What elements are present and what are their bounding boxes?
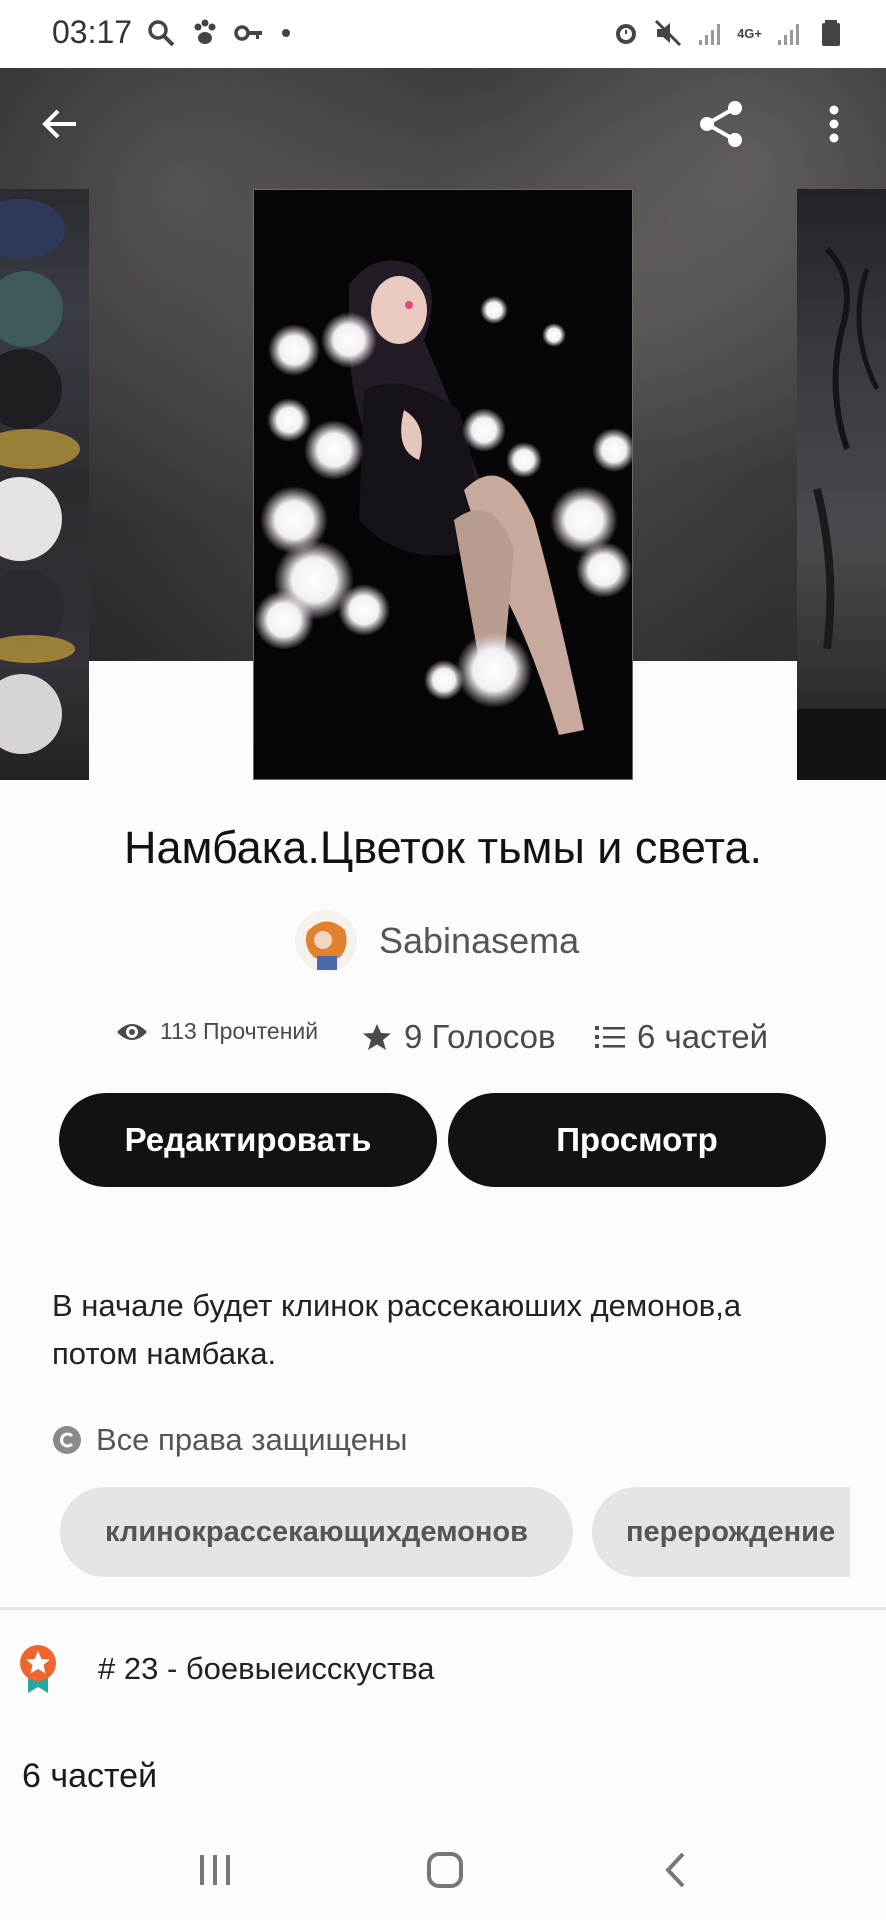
more-vertical-icon [829, 105, 839, 143]
copyright-text: Все права защищены [96, 1422, 408, 1457]
star-icon [363, 1024, 391, 1050]
cover-previous[interactable] [0, 189, 89, 780]
tag-chip[interactable]: перерождение [592, 1487, 850, 1577]
home-button[interactable] [405, 1840, 485, 1900]
tag-list[interactable]: клинокрассекающихдемонов перерождение [60, 1487, 850, 1577]
votes-stat: 9 Голосов [362, 1018, 556, 1056]
signal-icon [699, 24, 721, 45]
cover-next-artwork [797, 246, 886, 780]
ranking-row[interactable]: # 23 - боевыеисскуства [18, 1644, 435, 1694]
copyright-notice: Все права защищены [52, 1422, 407, 1458]
reads-count: 113 Прочтений [160, 1018, 319, 1044]
key-icon [234, 25, 262, 41]
paw-icon [194, 19, 216, 44]
avatar-image [295, 910, 357, 972]
reads-stat: 113 Прочтений [116, 1018, 318, 1045]
view-button[interactable]: Просмотр [448, 1093, 826, 1187]
status-left-icons [146, 18, 294, 48]
story-description: В начале будет клинок рассекаюших демоно… [52, 1288, 742, 1371]
tag-chip[interactable]: клинокрассекающихдемонов [60, 1487, 573, 1577]
mute-icon [655, 19, 682, 47]
eye-icon [117, 1023, 147, 1040]
avatar[interactable] [295, 910, 357, 972]
ranking-badge-icon [20, 1645, 56, 1693]
home-icon [427, 1852, 463, 1888]
recent-apps-icon [200, 1855, 230, 1885]
arrow-left-icon [42, 109, 76, 139]
system-nav-bar [0, 1820, 886, 1920]
more-options-button[interactable] [802, 92, 866, 156]
back-icon [665, 1852, 685, 1888]
story-stats: 113 Прочтений 9 Голосов 6 частей [0, 1018, 886, 1062]
battery-icon [822, 20, 840, 46]
list-icon [595, 1026, 625, 1048]
parts-count: 6 частей [637, 1018, 769, 1055]
story-title: Намбака.Цветок тьмы и света. [123, 822, 763, 873]
recent-apps-button[interactable] [175, 1840, 255, 1900]
share-icon [700, 101, 742, 147]
share-button[interactable] [690, 92, 754, 156]
copyright-icon [53, 1426, 81, 1454]
search-icon [148, 20, 175, 47]
status-time: 03:17 [52, 14, 133, 50]
parts-stat: 6 частей [595, 1018, 768, 1056]
dot-icon [282, 29, 290, 37]
ranking-text: # 23 - боевыеисскуства [98, 1651, 435, 1686]
author-name[interactable]: Sabinasema [379, 920, 579, 962]
network-type: 4G+ [737, 25, 762, 41]
edit-button[interactable]: Редактировать [59, 1093, 437, 1187]
alarm-icon [616, 24, 637, 44]
author-link[interactable]: Sabinasema [295, 910, 579, 972]
status-bar: 03:17 4G+ [0, 0, 886, 68]
status-right-icons: 4G+ [611, 18, 846, 48]
signal-icon [778, 24, 799, 45]
parts-heading: 6 частей [22, 1757, 158, 1795]
cover-main-artwork [254, 190, 632, 779]
nav-back-button[interactable] [636, 1840, 716, 1900]
divider [0, 1607, 886, 1610]
cover-next[interactable] [797, 189, 886, 780]
cover-main[interactable] [253, 189, 633, 780]
back-button[interactable] [28, 92, 92, 156]
votes-count: 9 Голосов [404, 1018, 556, 1055]
cover-previous-artwork [0, 199, 80, 754]
